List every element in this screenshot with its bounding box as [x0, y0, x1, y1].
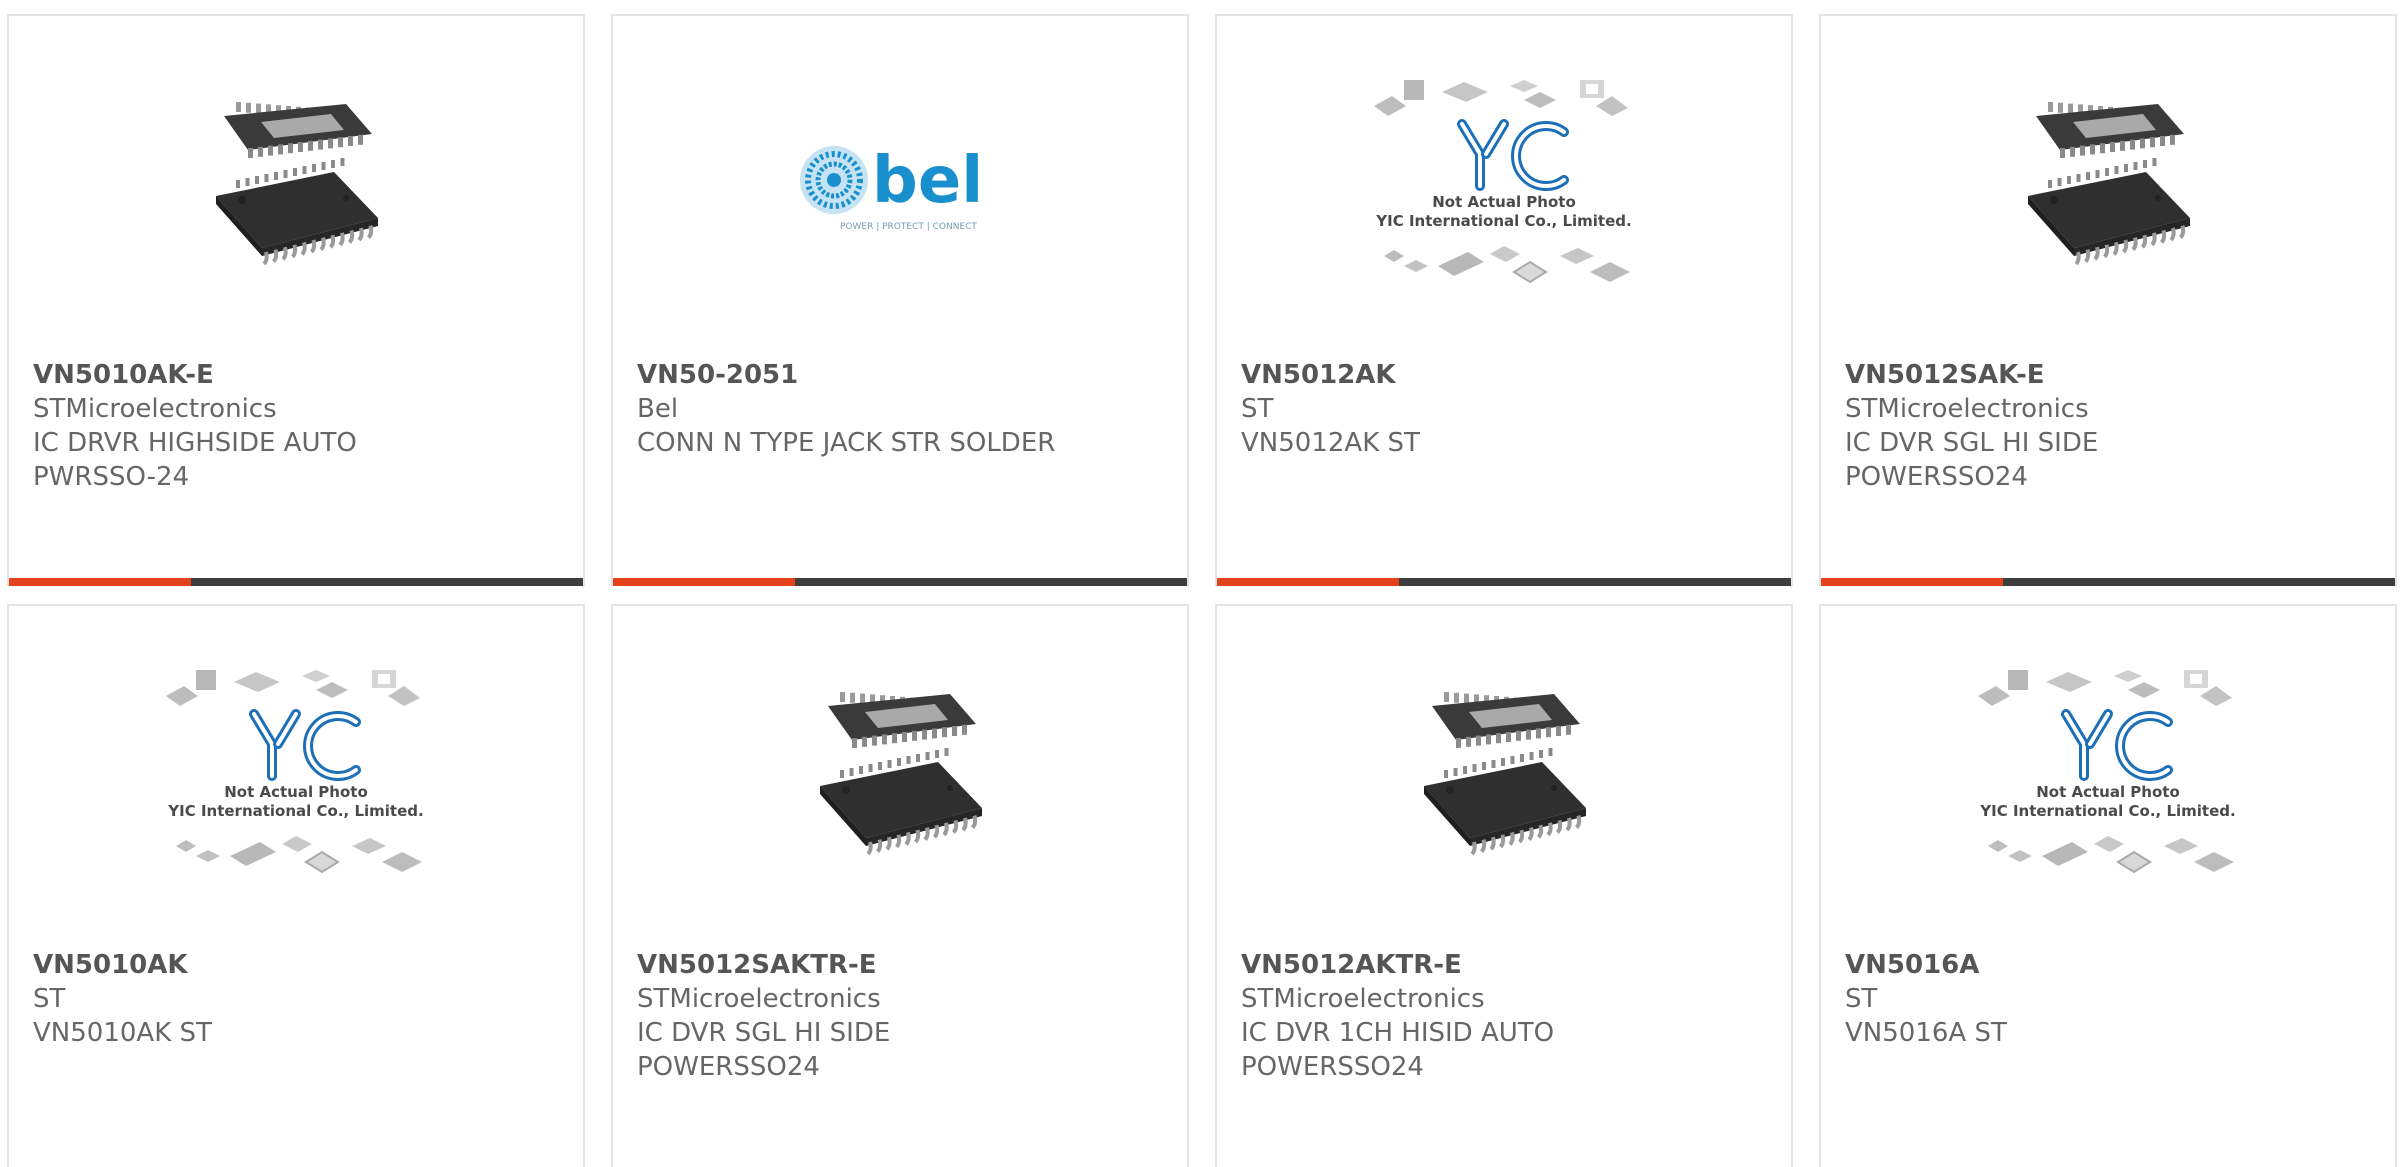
description-line: PWRSSO-24 — [33, 462, 190, 492]
part-number[interactable]: VN5012SAK-E — [1845, 358, 2375, 392]
bel-tagline: POWER | PROTECT | CONNECT — [840, 222, 977, 232]
product-card[interactable]: VN5012SAKTR-E STMicroelectronics IC DVR … — [611, 604, 1189, 1167]
product-card[interactable]: Not Actual Photo YIC International Co., … — [1819, 604, 2397, 1167]
card-footer-bar — [1217, 578, 1791, 586]
product-info: VN5012AKTR-E STMicroelectronics IC DVR 1… — [1241, 948, 1771, 1084]
description-line: POWERSSO24 — [1845, 462, 2028, 492]
chip-top-view — [2036, 102, 2184, 158]
part-number[interactable]: VN5010AK-E — [33, 358, 563, 392]
product-grid: VN5010AK-E STMicroelectronics IC DRVR HI… — [0, 0, 2400, 1167]
product-info: VN5012AK ST VN5012AK ST — [1241, 358, 1771, 460]
yic-logo-icon — [249, 709, 361, 781]
placeholder-caption: YIC International Co., Limited. — [167, 802, 423, 820]
description-line: VN5010AK ST — [33, 1018, 212, 1048]
description-line: IC DRVR HIGHSIDE AUTO — [33, 428, 357, 458]
part-number[interactable]: VN5012SAKTR-E — [637, 948, 1167, 982]
product-info: VN5016A ST VN5016A ST — [1845, 948, 2375, 1050]
description-line: VN5012AK ST — [1241, 428, 1420, 458]
placeholder-caption: YIC International Co., Limited. — [1375, 212, 1631, 230]
placeholder-caption: YIC International Co., Limited. — [1979, 802, 2235, 820]
yic-placeholder-image: Not Actual Photo YIC International Co., … — [1978, 670, 2236, 874]
product-image — [613, 666, 1187, 886]
manufacturer: ST — [1845, 984, 1878, 1014]
product-card[interactable]: Not Actual Photo YIC International Co., … — [7, 604, 585, 1167]
card-footer-bar — [613, 578, 1187, 586]
product-card[interactable]: Not Actual Photo YIC International Co., … — [1215, 14, 1793, 586]
card-footer-accent — [1821, 578, 2003, 586]
description-line: POWERSSO24 — [637, 1052, 820, 1082]
product-info: VN5010AK ST VN5010AK ST — [33, 948, 563, 1050]
product-image: bel POWER | PROTECT | CONNECT — [613, 76, 1187, 296]
chip-top-view — [1432, 692, 1580, 748]
card-footer-accent — [613, 578, 795, 586]
card-footer-bar — [9, 578, 583, 586]
yic-placeholder-image: Not Actual Photo YIC International Co., … — [166, 670, 424, 874]
manufacturer: ST — [1241, 394, 1274, 424]
bel-logo-text: bel — [872, 144, 983, 218]
product-info: VN50-2051 Bel CONN N TYPE JACK STR SOLDE… — [637, 358, 1167, 460]
part-number[interactable]: VN5012AK — [1241, 358, 1771, 392]
description-line: POWERSSO24 — [1241, 1052, 1424, 1082]
description-line: IC DVR SGL HI SIDE — [1845, 428, 2099, 458]
placeholder-caption: Not Actual Photo — [1432, 193, 1576, 211]
placeholder-caption: Not Actual Photo — [224, 783, 368, 801]
bel-logo-image: bel POWER | PROTECT | CONNECT — [800, 144, 983, 232]
product-image: Not Actual Photo YIC International Co., … — [9, 666, 583, 886]
chip-top-view — [224, 102, 372, 158]
manufacturer: STMicroelectronics — [637, 984, 881, 1014]
product-card[interactable]: VN5012SAK-E STMicroelectronics IC DVR SG… — [1819, 14, 2397, 586]
card-footer-bar — [1821, 578, 2395, 586]
product-image — [9, 76, 583, 296]
yic-placeholder-image: Not Actual Photo YIC International Co., … — [1374, 80, 1632, 284]
product-card[interactable]: bel POWER | PROTECT | CONNECT VN50-2051 … — [611, 14, 1189, 586]
manufacturer: STMicroelectronics — [1241, 984, 1485, 1014]
part-number[interactable]: VN50-2051 — [637, 358, 1167, 392]
card-footer-accent — [9, 578, 191, 586]
product-image — [1217, 666, 1791, 886]
product-info: VN5012SAKTR-E STMicroelectronics IC DVR … — [637, 948, 1167, 1084]
chip-top-view — [828, 692, 976, 748]
manufacturer: ST — [33, 984, 66, 1014]
chip-package-image — [820, 692, 982, 856]
chip-package-image — [1424, 692, 1586, 856]
yic-logo-icon — [1457, 119, 1569, 191]
product-image — [1821, 76, 2395, 296]
manufacturer: STMicroelectronics — [33, 394, 277, 424]
bel-burst-icon — [800, 146, 868, 214]
card-footer-accent — [1217, 578, 1399, 586]
product-card[interactable]: VN5012AKTR-E STMicroelectronics IC DVR 1… — [1215, 604, 1793, 1167]
placeholder-caption: Not Actual Photo — [2036, 783, 2180, 801]
chip-bottom-view — [216, 158, 378, 266]
description-line: IC DVR SGL HI SIDE — [637, 1018, 891, 1048]
chip-bottom-view — [2028, 158, 2190, 266]
chip-package-image — [216, 102, 378, 266]
part-number[interactable]: VN5016A — [1845, 948, 2375, 982]
product-card[interactable]: VN5010AK-E STMicroelectronics IC DRVR HI… — [7, 14, 585, 586]
manufacturer: STMicroelectronics — [1845, 394, 2089, 424]
chip-bottom-view — [1424, 748, 1586, 856]
description-line: VN5016A ST — [1845, 1018, 2007, 1048]
product-image: Not Actual Photo YIC International Co., … — [1821, 666, 2395, 886]
yic-logo-icon — [2061, 709, 2173, 781]
description-line: IC DVR 1CH HISID AUTO — [1241, 1018, 1555, 1048]
chip-bottom-view — [820, 748, 982, 856]
product-info: VN5012SAK-E STMicroelectronics IC DVR SG… — [1845, 358, 2375, 494]
product-image: Not Actual Photo YIC International Co., … — [1217, 76, 1791, 296]
description-line: CONN N TYPE JACK STR SOLDER — [637, 428, 1056, 458]
product-info: VN5010AK-E STMicroelectronics IC DRVR HI… — [33, 358, 563, 494]
part-number[interactable]: VN5012AKTR-E — [1241, 948, 1771, 982]
chip-package-image — [2028, 102, 2190, 266]
part-number[interactable]: VN5010AK — [33, 948, 563, 982]
manufacturer: Bel — [637, 394, 679, 424]
